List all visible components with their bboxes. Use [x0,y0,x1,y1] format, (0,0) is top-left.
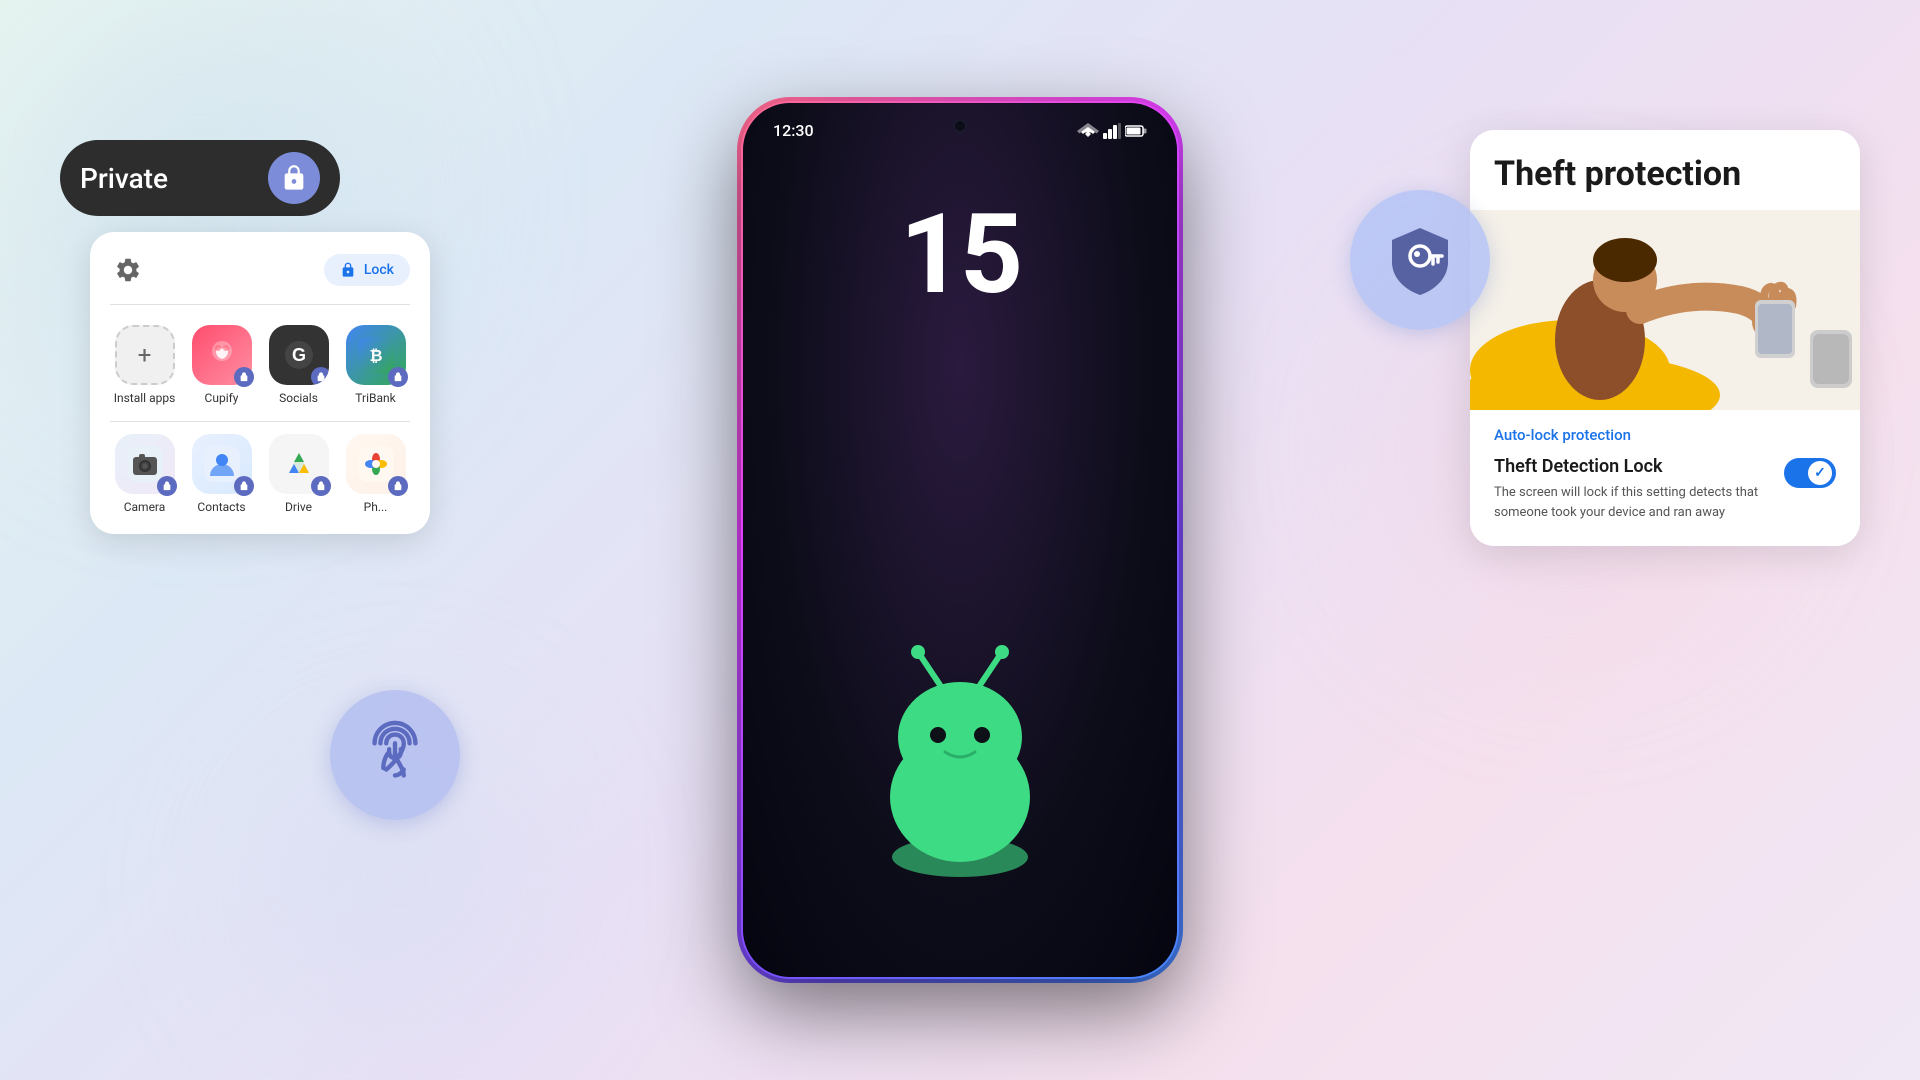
photos-label: Ph... [364,500,388,514]
theft-protection-panel: Theft protection [1430,130,1860,546]
checkmark-icon: ✓ [1814,465,1826,481]
battery-icon [1125,125,1147,137]
phone-body: 12:30 [740,100,1180,980]
phone-clock: 15 [900,200,1020,310]
svg-text:₿: ₿ [369,347,382,365]
status-time: 12:30 [773,121,814,140]
tribank-lock-badge [388,367,408,387]
camera-app-icon [115,434,175,494]
theft-card-illustration [1470,210,1860,410]
settings-icon-button[interactable] [110,252,146,288]
socials-lock-badge [311,367,329,385]
fingerprint-icon [360,720,430,790]
lock-icon [280,164,308,192]
private-lock-button[interactable] [268,152,320,204]
app-item-install[interactable]: + Install apps [110,325,179,405]
app-item-tribank[interactable]: ₿ TriBank [341,325,410,405]
fingerprint-bubble [330,690,460,820]
tribank-icon: ₿ [346,325,406,385]
drive-label: Drive [285,500,312,514]
photos-lock-badge [388,476,408,496]
app-row-2: Camera Contacts [110,434,410,514]
theft-detection-title: Theft Detection Lock [1494,456,1772,477]
theft-detection-row: Theft Detection Lock The screen will loc… [1494,456,1836,522]
lock-button-label: Lock [364,262,394,278]
private-toggle-pill[interactable]: Private [60,140,340,216]
theft-protection-title: Theft protection [1470,130,1860,210]
install-apps-label: Install apps [114,391,176,405]
private-space-panel: Private Lock [60,140,400,534]
cupify-label: Cupify [205,391,239,405]
theft-card-body: Auto-lock protection Theft Detection Loc… [1470,410,1860,546]
lock-small-icon [340,262,356,278]
auto-lock-link[interactable]: Auto-lock protection [1494,426,1836,444]
wifi-icon [1077,123,1099,139]
app-item-cupify[interactable]: Cupify [187,325,256,405]
photos-app-icon [346,434,406,494]
toggle-knob: ✓ [1808,461,1832,485]
theft-card: Theft protection [1470,130,1860,546]
socials-label: Socials [279,391,318,405]
cupify-lock-badge [234,367,254,387]
app-grid-panel: Lock + Install apps [90,232,430,534]
shield-key-icon [1380,220,1460,300]
phone-mockup: 12:30 [740,100,1180,980]
shield-bubble [1350,190,1490,330]
contacts-label: Contacts [197,500,245,514]
app-grid-divider [110,421,410,422]
signal-icon [1103,123,1121,139]
app-grid-header: Lock [110,252,410,305]
android-mascot [820,637,1100,877]
install-apps-icon: + [115,325,175,385]
phone-screen: 12:30 [743,103,1177,977]
app-row-1: + Install apps [110,325,410,405]
camera-cutout [953,119,967,133]
private-label: Private [80,162,168,195]
theft-illustration [1470,210,1860,410]
app-item-drive[interactable]: Drive [264,434,333,514]
status-icons [1077,123,1147,139]
camera-lock-badge [157,476,177,496]
cupify-icon [192,325,252,385]
tribank-label: TriBank [355,391,395,405]
app-item-contacts[interactable]: Contacts [187,434,256,514]
contacts-lock-badge [234,476,254,496]
contacts-app-icon [192,434,252,494]
app-item-photos[interactable]: Ph... [341,434,410,514]
drive-lock-badge [311,476,331,496]
theft-detection-toggle[interactable]: ✓ [1784,458,1836,488]
drive-app-icon [269,434,329,494]
camera-label: Camera [124,500,166,514]
theft-detection-info: Theft Detection Lock The screen will loc… [1494,456,1772,522]
socials-icon: G [269,325,329,385]
svg-text:G: G [291,345,305,365]
gear-icon [114,256,142,284]
app-item-camera[interactable]: Camera [110,434,179,514]
theft-detection-desc: The screen will lock if this setting det… [1494,483,1772,522]
app-item-socials[interactable]: G Socials [264,325,333,405]
lock-pill-button[interactable]: Lock [324,254,410,286]
